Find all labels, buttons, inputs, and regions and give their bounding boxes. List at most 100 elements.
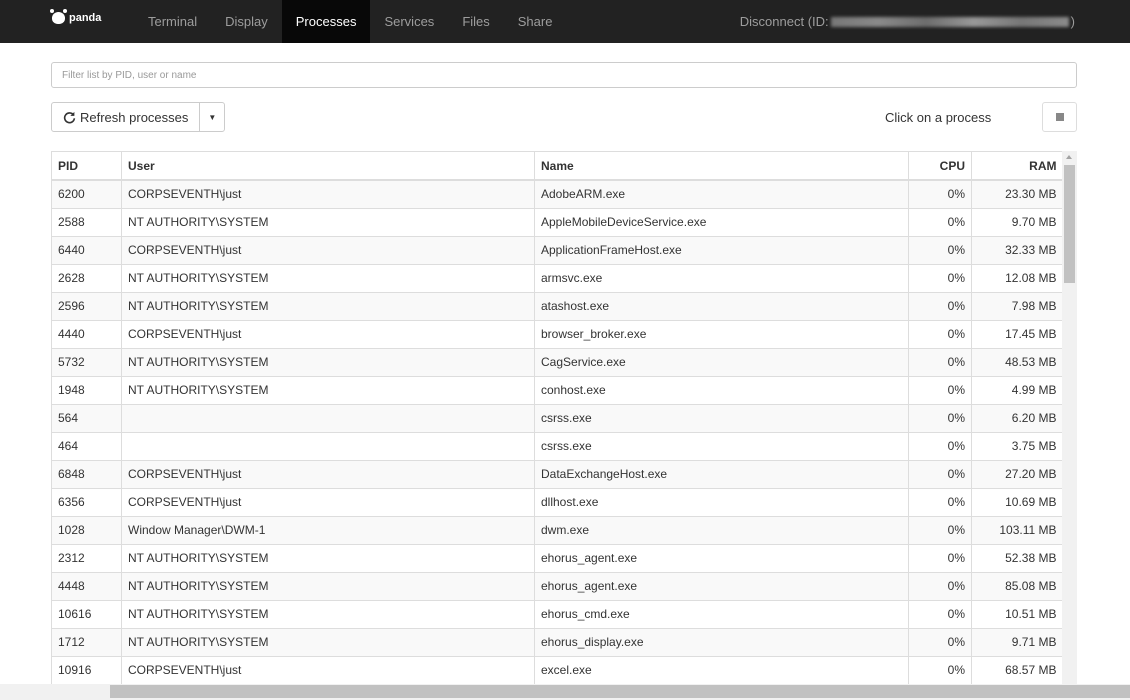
cell-name: dllhost.exe <box>534 487 909 516</box>
cell-pid: 1712 <box>51 627 122 656</box>
cell-ram: 23.30 MB <box>971 179 1063 208</box>
stop-process-button[interactable] <box>1042 102 1077 132</box>
table-row[interactable]: 464 csrss.exe 0% 3.75 MB <box>51 431 1063 460</box>
cell-name: excel.exe <box>534 655 909 684</box>
cell-user: NT AUTHORITY\SYSTEM <box>121 599 535 628</box>
table-row[interactable]: 2628 NT AUTHORITY\SYSTEM armsvc.exe 0% 12.08… <box>51 263 1063 292</box>
table-row[interactable]: 6848 CORPSEVENTH\just DataExchangeHost.exe… <box>51 459 1063 488</box>
cell-name: armsvc.exe <box>534 263 909 292</box>
nav-tabs: Terminal Display Processes Services Files Sha… <box>134 0 566 43</box>
cell-cpu: 0% <box>908 655 972 684</box>
cell-name: DataExchangeHost.exe <box>534 459 909 488</box>
tab-terminal[interactable]: Terminal <box>134 0 211 43</box>
panda-logo[interactable]: panda <box>50 9 102 24</box>
filter-input[interactable] <box>51 62 1077 88</box>
cell-cpu: 0% <box>908 571 972 600</box>
cell-ram: 52.38 MB <box>971 543 1063 572</box>
cell-pid: 5732 <box>51 347 122 376</box>
tab-share[interactable]: Share <box>504 0 567 43</box>
cell-name: ApplicationFrameHost.exe <box>534 235 909 264</box>
refresh-label: Refresh processes <box>80 109 189 125</box>
cell-ram: 17.45 MB <box>971 319 1063 348</box>
refresh-dropdown-toggle[interactable]: ▼ <box>199 103 224 131</box>
cell-name: browser_broker.exe <box>534 319 909 348</box>
process-table-container: PID User Name CPU RAM 6200 CORPSEVENTH\just Ad… <box>51 151 1077 684</box>
refresh-processes-button[interactable]: Refresh processes <box>52 103 199 131</box>
horizontal-scrollbar[interactable] <box>0 684 1130 700</box>
cell-name: csrss.exe <box>534 403 909 432</box>
cell-user: NT AUTHORITY\SYSTEM <box>121 571 535 600</box>
cell-name: ehorus_cmd.exe <box>534 599 909 628</box>
cell-name: CagService.exe <box>534 347 909 376</box>
cell-ram: 3.75 MB <box>971 431 1063 460</box>
cell-user <box>121 431 535 460</box>
cell-cpu: 0% <box>908 627 972 656</box>
table-row[interactable]: 5732 NT AUTHORITY\SYSTEM CagService.exe 0% 4… <box>51 347 1063 376</box>
cell-pid: 2588 <box>51 207 122 236</box>
cell-pid: 1948 <box>51 375 122 404</box>
cell-ram: 6.20 MB <box>971 403 1063 432</box>
process-table: PID User Name CPU RAM 6200 CORPSEVENTH\just Ad… <box>51 152 1063 684</box>
cell-pid: 4440 <box>51 319 122 348</box>
column-header-ram[interactable]: RAM <box>971 152 1063 181</box>
cell-ram: 32.33 MB <box>971 235 1063 264</box>
cell-cpu: 0% <box>908 487 972 516</box>
table-row[interactable]: 6440 CORPSEVENTH\just ApplicationFrameHost… <box>51 235 1063 264</box>
scroll-up-arrow-icon[interactable] <box>1066 155 1072 159</box>
cell-pid: 6440 <box>51 235 122 264</box>
table-row[interactable]: 2588 NT AUTHORITY\SYSTEM AppleMobileDevice… <box>51 207 1063 236</box>
cell-ram: 9.71 MB <box>971 627 1063 656</box>
table-row[interactable]: 4440 CORPSEVENTH\just browser_broker.exe 0%… <box>51 319 1063 348</box>
cell-pid: 564 <box>51 403 122 432</box>
cell-cpu: 0% <box>908 543 972 572</box>
cell-pid: 4448 <box>51 571 122 600</box>
cell-user: CORPSEVENTH\just <box>121 487 535 516</box>
cell-ram: 7.98 MB <box>971 291 1063 320</box>
cell-user: CORPSEVENTH\just <box>121 459 535 488</box>
tab-processes[interactable]: Processes <box>281 0 371 43</box>
cell-cpu: 0% <box>908 235 972 264</box>
disconnect-label: Disconnect (ID: <box>739 14 829 29</box>
cell-name: ehorus_agent.exe <box>534 543 909 572</box>
tab-files[interactable]: Files <box>448 0 503 43</box>
column-header-cpu[interactable]: CPU <box>908 152 972 181</box>
cell-user: CORPSEVENTH\just <box>121 179 535 208</box>
horizontal-scroll-thumb[interactable] <box>110 685 1130 698</box>
tab-services[interactable]: Services <box>370 0 448 43</box>
table-row[interactable]: 6200 CORPSEVENTH\just AdobeARM.exe 0% 23.30 … <box>51 179 1063 208</box>
cell-ram: 10.51 MB <box>971 599 1063 628</box>
table-row[interactable]: 2312 NT AUTHORITY\SYSTEM ehorus_agent.exe 0… <box>51 543 1063 572</box>
cell-cpu: 0% <box>908 459 972 488</box>
cell-ram: 4.99 MB <box>971 375 1063 404</box>
column-header-pid[interactable]: PID <box>51 152 122 181</box>
column-header-user[interactable]: User <box>121 152 535 181</box>
table-row[interactable]: 564 csrss.exe 0% 6.20 MB <box>51 403 1063 432</box>
table-row[interactable]: 6356 CORPSEVENTH\just dllhost.exe 0% 10.69 M… <box>51 487 1063 516</box>
cell-user <box>121 403 535 432</box>
panda-logo-icon <box>50 9 67 24</box>
cell-user: Window Manager\DWM-1 <box>121 515 535 544</box>
cell-user: CORPSEVENTH\just <box>121 235 535 264</box>
disconnect-link[interactable]: Disconnect (ID: ) <box>740 0 1075 43</box>
vertical-scroll-thumb[interactable] <box>1064 165 1075 283</box>
table-row[interactable]: 1028 Window Manager\DWM-1 dwm.exe 0% 103.11 … <box>51 515 1063 544</box>
table-row[interactable]: 1948 NT AUTHORITY\SYSTEM conhost.exe 0% 4.99… <box>51 375 1063 404</box>
cell-user: NT AUTHORITY\SYSTEM <box>121 291 535 320</box>
refresh-button-group: Refresh processes ▼ <box>51 102 226 132</box>
table-row[interactable]: 10916 CORPSEVENTH\just excel.exe 0% 68.57 MB <box>51 655 1063 684</box>
logo-text: panda <box>69 12 102 24</box>
table-row[interactable]: 2596 NT AUTHORITY\SYSTEM atashost.exe 0% 7.9… <box>51 291 1063 320</box>
cell-user: NT AUTHORITY\SYSTEM <box>121 207 535 236</box>
cell-pid: 1028 <box>51 515 122 544</box>
caret-down-icon: ▼ <box>208 112 217 122</box>
cell-cpu: 0% <box>908 207 972 236</box>
table-row[interactable]: 1712 NT AUTHORITY\SYSTEM ehorus_display.ex… <box>51 627 1063 656</box>
table-row[interactable]: 4448 NT AUTHORITY\SYSTEM ehorus_agent.exe 0… <box>51 571 1063 600</box>
cell-ram: 10.69 MB <box>971 487 1063 516</box>
tab-display[interactable]: Display <box>211 0 282 43</box>
vertical-scrollbar[interactable] <box>1062 151 1077 684</box>
cell-cpu: 0% <box>908 263 972 292</box>
table-row[interactable]: 10616 NT AUTHORITY\SYSTEM ehorus_cmd.exe 0%… <box>51 599 1063 628</box>
column-header-name[interactable]: Name <box>534 152 909 181</box>
cell-ram: 48.53 MB <box>971 347 1063 376</box>
